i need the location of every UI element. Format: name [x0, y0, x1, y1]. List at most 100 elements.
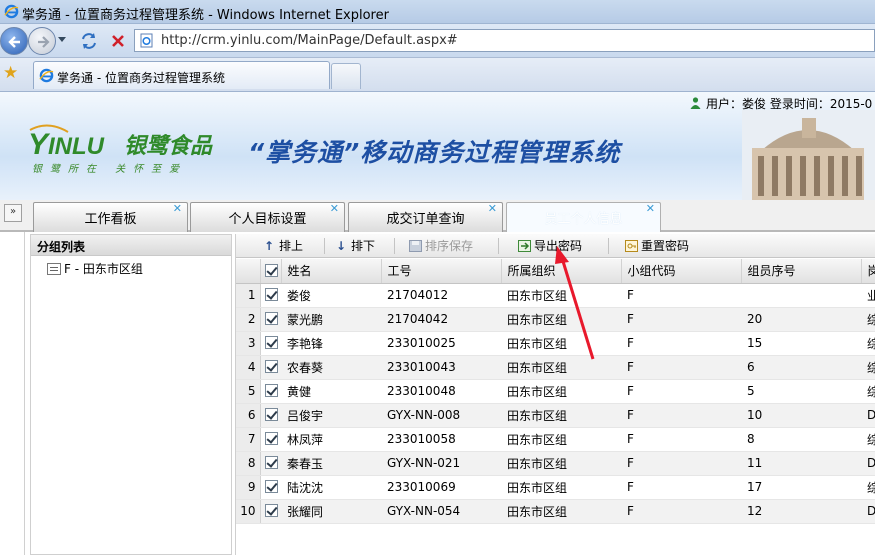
- toolbar-divider: [324, 238, 325, 254]
- window-title-bar: 掌务通 - 位置商务过程管理系统 - Windows Internet Expl…: [0, 0, 875, 24]
- table-row[interactable]: 2 蒙光鹏21704042田东市区组F20综: [236, 307, 875, 332]
- table-row[interactable]: 6 吕俊宇GYX-NN-008田东市区组F10D: [236, 403, 875, 428]
- cell-organization: 田东市区组: [501, 355, 621, 380]
- move-up-button[interactable]: ↑ 排上: [262, 237, 303, 255]
- browser-tab[interactable]: 掌务通 - 位置商务过程管理系统: [33, 61, 330, 89]
- cell-name: 农春葵: [281, 355, 381, 380]
- tab-ie-icon: [39, 68, 54, 83]
- cell-member-seq: 12: [741, 499, 861, 524]
- table-row[interactable]: 7 林凤萍233010058田东市区组F8综: [236, 427, 875, 452]
- table-row[interactable]: 5黄健233010048田东市区组F5综: [236, 379, 875, 404]
- row-checkbox[interactable]: [260, 307, 281, 332]
- collapse-sidebar-button[interactable]: »: [4, 204, 22, 222]
- tab-work-board[interactable]: 工作看板 ✕: [33, 202, 188, 232]
- row-checkbox[interactable]: [260, 379, 281, 404]
- table-row[interactable]: 8 秦春玉GYX-NN-021田东市区组F11D: [236, 451, 875, 476]
- cell-member-seq: 8: [741, 427, 861, 452]
- cell-name: 秦春玉: [281, 451, 381, 476]
- row-checkbox[interactable]: [260, 331, 281, 356]
- cell-employee-id: 233010058: [381, 427, 501, 452]
- cell-employee-id: GYX-NN-008: [381, 403, 501, 428]
- column-header-employee-id[interactable]: 工号: [381, 259, 502, 284]
- row-number: 3: [236, 331, 261, 356]
- table-row[interactable]: 3 李艳锋233010025田东市区组F15综: [236, 331, 875, 356]
- close-tab-icon[interactable]: ✕: [488, 202, 497, 215]
- reset-password-label: 重置密码: [641, 239, 690, 253]
- url-input[interactable]: http://crm.yinlu.com/MainPage/Default.as…: [134, 29, 875, 52]
- tab-label: 工作看板: [84, 212, 137, 227]
- select-all-checkbox[interactable]: [260, 259, 282, 284]
- cell-organization: 田东市区组: [501, 475, 621, 500]
- checkbox-checked-icon: [264, 336, 278, 349]
- row-checkbox[interactable]: [260, 451, 281, 476]
- cell-post: 业: [861, 283, 875, 308]
- checkbox-checked-icon: [264, 408, 278, 421]
- cell-employee-id: 21704012: [381, 283, 501, 308]
- save-order-label: 排序保存: [425, 239, 474, 253]
- cell-employee-id: 233010043: [381, 355, 501, 380]
- new-tab-button[interactable]: [331, 63, 361, 89]
- favorites-star-icon[interactable]: ★: [3, 65, 18, 82]
- row-checkbox[interactable]: [260, 427, 281, 452]
- reset-password-button[interactable]: 重置密码: [625, 237, 689, 255]
- building-image: [742, 110, 875, 200]
- cell-post: 综: [861, 475, 875, 500]
- arrow-up-icon: ↑: [263, 239, 275, 253]
- cell-group-code: F: [621, 379, 741, 404]
- system-title: “掌务通”移动商务过程管理系统: [248, 138, 621, 167]
- checkbox-checked-icon: [264, 456, 278, 469]
- cell-member-seq: 6: [741, 355, 861, 380]
- logo-slogan: 银鹭所在 关怀至爱: [32, 164, 188, 175]
- row-checkbox[interactable]: [260, 475, 281, 500]
- cell-member-seq: 15: [741, 331, 861, 356]
- cell-name: 张耀同: [281, 499, 381, 524]
- table-row[interactable]: 10 张耀同GYX-NN-054田东市区组F12D: [236, 499, 875, 524]
- forward-button[interactable]: [28, 27, 56, 55]
- stop-icon[interactable]: [109, 32, 127, 50]
- cell-member-seq: 20: [741, 307, 861, 332]
- row-number-header: [236, 259, 261, 284]
- save-order-button[interactable]: 排序保存: [409, 237, 473, 255]
- cell-post: D: [861, 499, 875, 524]
- tab-order-query[interactable]: 成交订单查询 ✕: [348, 202, 503, 232]
- close-tab-icon[interactable]: ✕: [330, 202, 339, 215]
- table-row[interactable]: 4 农春葵233010043田东市区组F6综: [236, 355, 875, 380]
- cell-employee-id: 233010069: [381, 475, 501, 500]
- arrow-down-icon: ↓: [335, 239, 347, 253]
- cell-member-seq: 5: [741, 379, 861, 404]
- group-list-title: 分组列表: [31, 235, 231, 256]
- export-password-button[interactable]: 导出密码: [518, 237, 582, 255]
- checkbox-icon: [264, 263, 278, 277]
- column-header-member-seq[interactable]: 组员序号: [741, 259, 862, 284]
- row-checkbox[interactable]: [260, 283, 281, 308]
- refresh-icon[interactable]: [79, 32, 99, 50]
- table-row[interactable]: 9 陆沈沈233010069田东市区组F17综: [236, 475, 875, 500]
- back-button[interactable]: [0, 27, 28, 55]
- yinlu-logo: Y INLU 银鹭食品: [28, 124, 213, 161]
- svg-text:INLU: INLU: [48, 133, 105, 160]
- column-header-name[interactable]: 姓名: [281, 259, 382, 284]
- close-tab-icon[interactable]: ✕: [173, 202, 182, 215]
- checkbox-checked-icon: [264, 312, 278, 325]
- table-row[interactable]: 1 娄俊21704012田东市区组F 业: [236, 283, 875, 308]
- row-checkbox[interactable]: [260, 499, 281, 524]
- page-icon: [140, 33, 153, 48]
- move-down-button[interactable]: ↓ 排下: [334, 237, 375, 255]
- tab-employee-info[interactable]: 员工个人信息 ✕: [506, 202, 661, 232]
- tab-personal-target[interactable]: 个人目标设置 ✕: [190, 202, 345, 232]
- row-checkbox[interactable]: [260, 355, 281, 380]
- cell-member-seq: 11: [741, 451, 861, 476]
- history-dropdown-icon[interactable]: [58, 37, 66, 42]
- column-header-post[interactable]: 岗: [861, 259, 875, 284]
- row-checkbox[interactable]: [260, 403, 281, 428]
- checkbox-checked-icon: [264, 384, 278, 397]
- move-down-label: 排下: [351, 239, 376, 253]
- group-tree-node[interactable]: F - 田东市区组: [47, 260, 143, 277]
- column-header-organization[interactable]: 所属组织: [501, 259, 622, 284]
- user-icon: [690, 97, 701, 109]
- cell-post: D: [861, 403, 875, 428]
- cell-organization: 田东市区组: [501, 499, 621, 524]
- cell-group-code: F: [621, 331, 741, 356]
- column-header-group-code[interactable]: 小组代码: [621, 259, 742, 284]
- close-tab-icon[interactable]: ✕: [646, 202, 655, 215]
